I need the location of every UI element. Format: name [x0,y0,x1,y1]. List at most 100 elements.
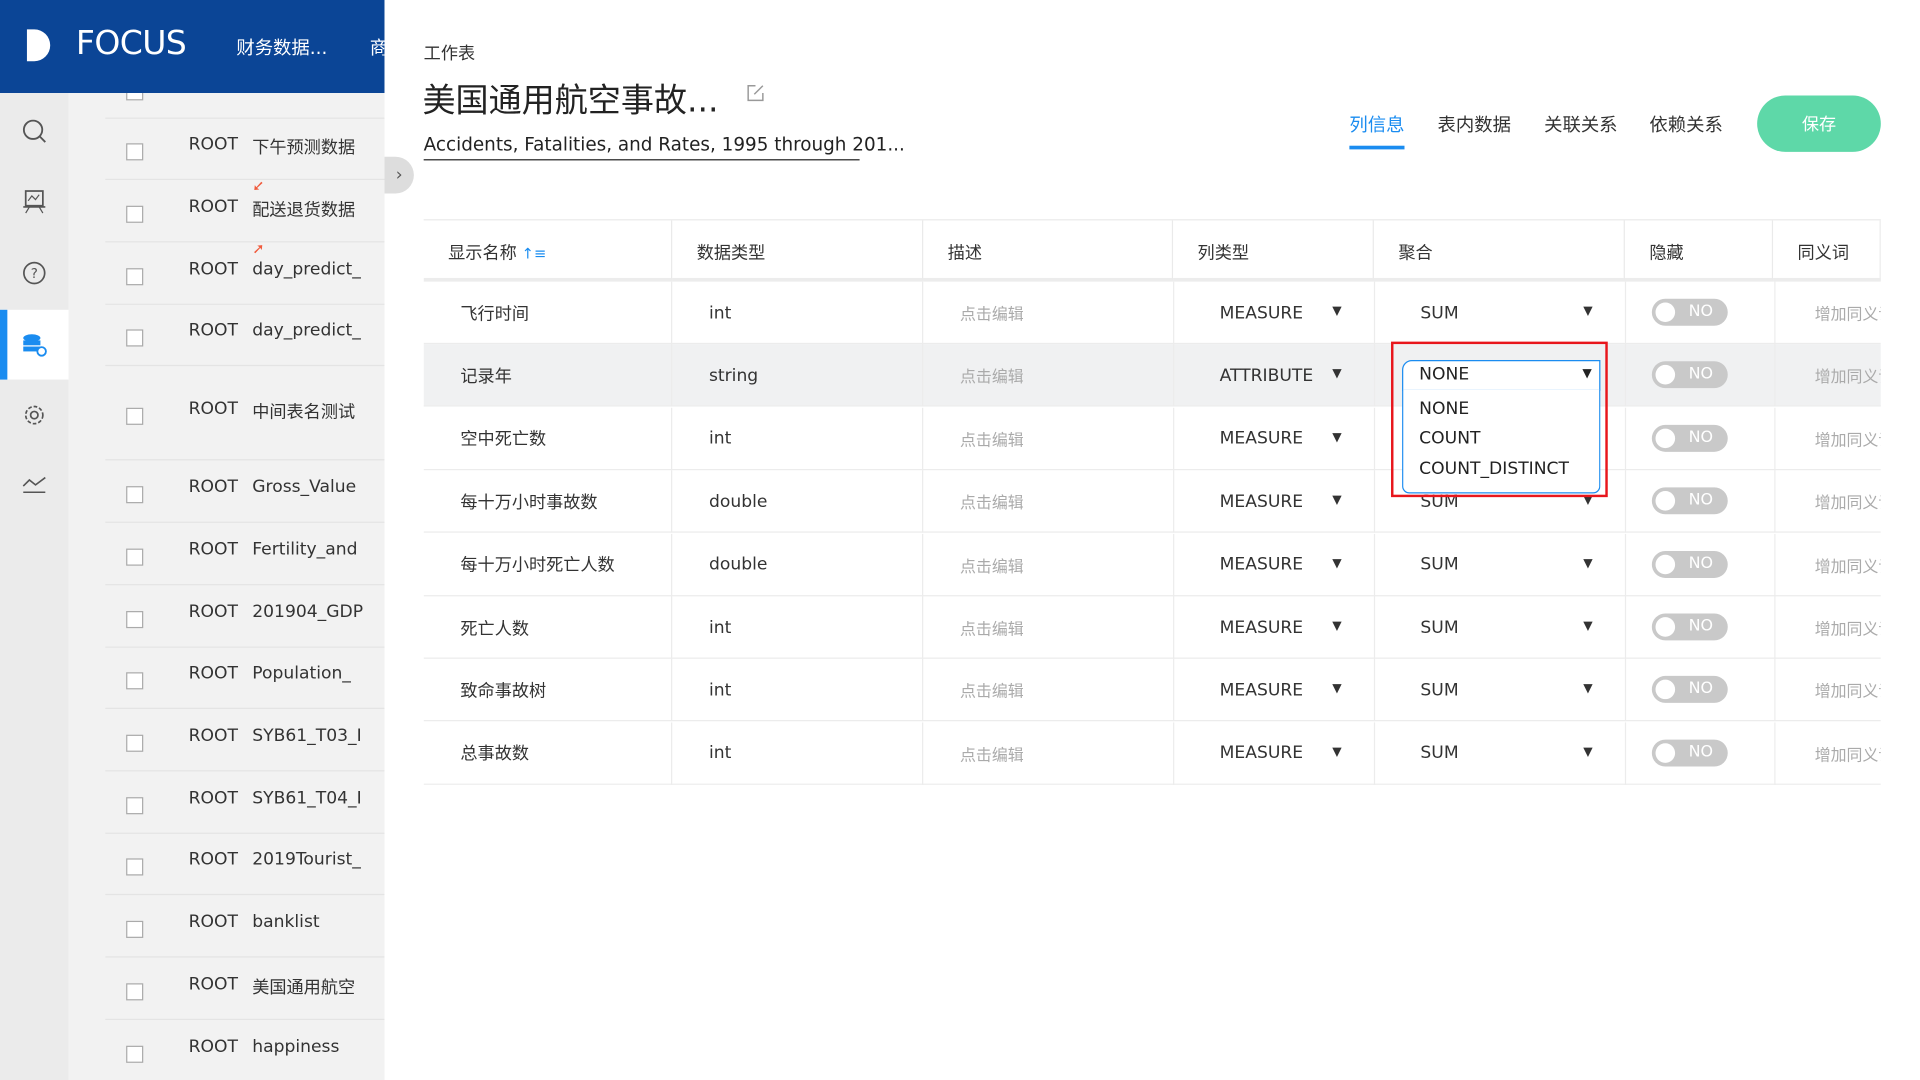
description-field[interactable]: Accidents, Fatalities, and Rates, 1995 t… [423,133,905,161]
synonym-placeholder[interactable]: 增加同义词 [1815,427,1881,450]
worksheet-name[interactable]: SYB61_T03_I [252,726,361,746]
list-item[interactable]: ROOT day_predict_ ➚ [105,240,385,303]
worksheet-name[interactable]: Population_ [252,664,351,684]
checkbox[interactable] [126,485,144,503]
description-placeholder[interactable]: 点击编辑 [960,616,1024,639]
worksheet-name[interactable]: day_predict_ [252,321,361,341]
worksheet-name[interactable]: day_predict_ [252,259,361,279]
synonym-placeholder[interactable]: 增加同义词 [1815,553,1881,576]
checkbox[interactable] [126,93,144,101]
description-cell[interactable]: 点击编辑 [923,596,1175,659]
worksheet-name[interactable]: 201904_GDP [252,602,363,622]
aggregation-cell[interactable]: SUM ▼ [1375,533,1627,596]
description-cell[interactable]: 点击编辑 [923,659,1175,722]
sidebar-item-help[interactable]: ? [0,238,69,308]
worksheet-name[interactable]: 下午预测数据 [252,135,355,159]
description-placeholder[interactable]: 点击编辑 [960,364,1024,387]
edit-icon[interactable] [746,83,766,103]
description-placeholder[interactable]: 点击编辑 [960,553,1024,576]
synonym-cell[interactable]: 增加同义词 [1776,722,1881,784]
tab-dependencies[interactable]: 依赖关系 [1649,111,1722,137]
description-cell[interactable]: 点击编辑 [923,344,1175,408]
list-item[interactable]: ROOT 2019Tourist_ [105,832,385,894]
worksheet-name[interactable]: 美国通用航空 [252,974,355,998]
hidden-toggle[interactable]: NO [1651,550,1728,578]
column-type-select[interactable]: MEASURE ▼ [1174,659,1376,722]
list-item[interactable]: ROOT happiness [105,1018,385,1080]
checkbox[interactable] [126,547,144,566]
description-cell[interactable]: 点击编辑 [923,407,1175,470]
option-none[interactable]: NONE [1419,399,1469,419]
sidebar-item-trend[interactable] [0,449,69,519]
sort-icon[interactable]: ↑≡ [522,245,547,262]
checkbox[interactable] [126,920,144,938]
worksheet-name[interactable]: Gross_Value [252,477,356,497]
worksheet-name[interactable]: Fertility_and [252,539,357,559]
expand-panel-button[interactable]: › [384,156,414,194]
checkbox[interactable] [126,205,144,223]
synonym-cell[interactable]: 增加同义词 [1776,659,1881,721]
hidden-toggle[interactable]: NO [1651,613,1728,641]
checkbox[interactable] [126,796,144,814]
aggregation-cell[interactable]: SUM ▼ [1375,281,1627,345]
option-count[interactable]: COUNT [1419,429,1480,449]
save-button[interactable]: 保存 [1757,95,1881,152]
sidebar-item-data[interactable] [0,309,69,380]
nav-item-2[interactable]: 商 [370,34,385,60]
description-placeholder[interactable]: 点击编辑 [960,301,1024,324]
worksheet-name[interactable]: 中间表名测试 [252,399,355,423]
column-type-select[interactable]: MEASURE ▼ [1174,533,1376,596]
column-type-select[interactable]: MEASURE ▼ [1174,281,1376,345]
list-item[interactable]: ROOT 美国通用航空 [105,956,385,1018]
tab-relations[interactable]: 关联关系 [1544,111,1617,137]
tab-table-data[interactable]: 表内数据 [1438,111,1511,137]
tab-column-info[interactable]: 列信息 [1349,111,1405,150]
checkbox[interactable] [126,982,144,1000]
list-item[interactable]: ROOT banklist [105,893,385,956]
worksheet-name[interactable]: banklist [252,912,319,932]
synonym-cell[interactable]: 增加同义词 [1776,596,1881,658]
column-type-select[interactable]: MEASURE ▼ [1174,596,1376,659]
hidden-toggle[interactable]: NO [1651,298,1728,326]
list-item[interactable]: ROOT SYB61_T04_I [105,770,385,832]
column-type-select[interactable]: MEASURE ▼ [1174,470,1376,533]
synonym-cell[interactable]: 增加同义词 [1776,345,1881,407]
option-count-distinct[interactable]: COUNT_DISTINCT [1419,459,1569,479]
description-cell[interactable]: 点击编辑 [923,533,1175,596]
sidebar-item-search[interactable] [0,96,69,166]
description-cell[interactable]: 点击编辑 [923,281,1175,345]
list-item[interactable]: ROOT day_predict_ [105,303,385,365]
header-display-name[interactable]: 显示名称 ↑≡ [423,220,673,282]
checkbox[interactable] [126,610,144,628]
list-item[interactable]: ROOT 配送退货数据 ➘ [105,178,385,241]
worksheet-name[interactable]: SYB61_T04_I [252,788,361,808]
checkbox[interactable] [126,672,144,690]
list-item[interactable]: ROOT SYB61_T03_I [105,707,385,770]
list-item[interactable]: ROOT 201904_GDP [105,584,385,646]
synonym-placeholder[interactable]: 增加同义词 [1815,301,1881,324]
synonym-cell[interactable]: 增加同义词 [1776,470,1881,532]
worksheet-name[interactable]: 2019Tourist_ [252,850,361,870]
synonym-placeholder[interactable]: 增加同义词 [1815,616,1881,639]
checkbox[interactable] [126,329,144,347]
checkbox[interactable] [126,734,144,752]
synonym-placeholder[interactable]: 增加同义词 [1815,742,1881,765]
sidebar-item-presentation[interactable] [0,165,69,235]
aggregation-cell[interactable]: SUM ▼ [1375,659,1627,722]
worksheet-name[interactable]: happiness [252,1037,339,1057]
aggregation-cell[interactable]: SUM ▼ [1375,722,1627,785]
list-item[interactable]: ROOT Gross_Value [105,459,385,521]
checkbox[interactable] [126,1045,144,1063]
synonym-cell[interactable]: 增加同义词 [1776,408,1881,470]
hidden-toggle[interactable]: NO [1651,487,1728,515]
synonym-cell[interactable]: 增加同义词 [1776,533,1881,595]
nav-item-finance[interactable]: 财务数据... [236,34,327,60]
synonym-placeholder[interactable]: 增加同义词 [1815,679,1881,702]
description-cell[interactable]: 点击编辑 [923,470,1175,533]
checkbox[interactable] [126,267,144,285]
column-type-select[interactable]: ATTRIBUTE ▼ [1174,344,1376,408]
list-item[interactable]: ROOT Fertility_and [105,521,385,584]
hidden-toggle[interactable]: NO [1651,361,1728,389]
hidden-toggle[interactable]: NO [1651,676,1728,704]
description-placeholder[interactable]: 点击编辑 [960,427,1024,450]
